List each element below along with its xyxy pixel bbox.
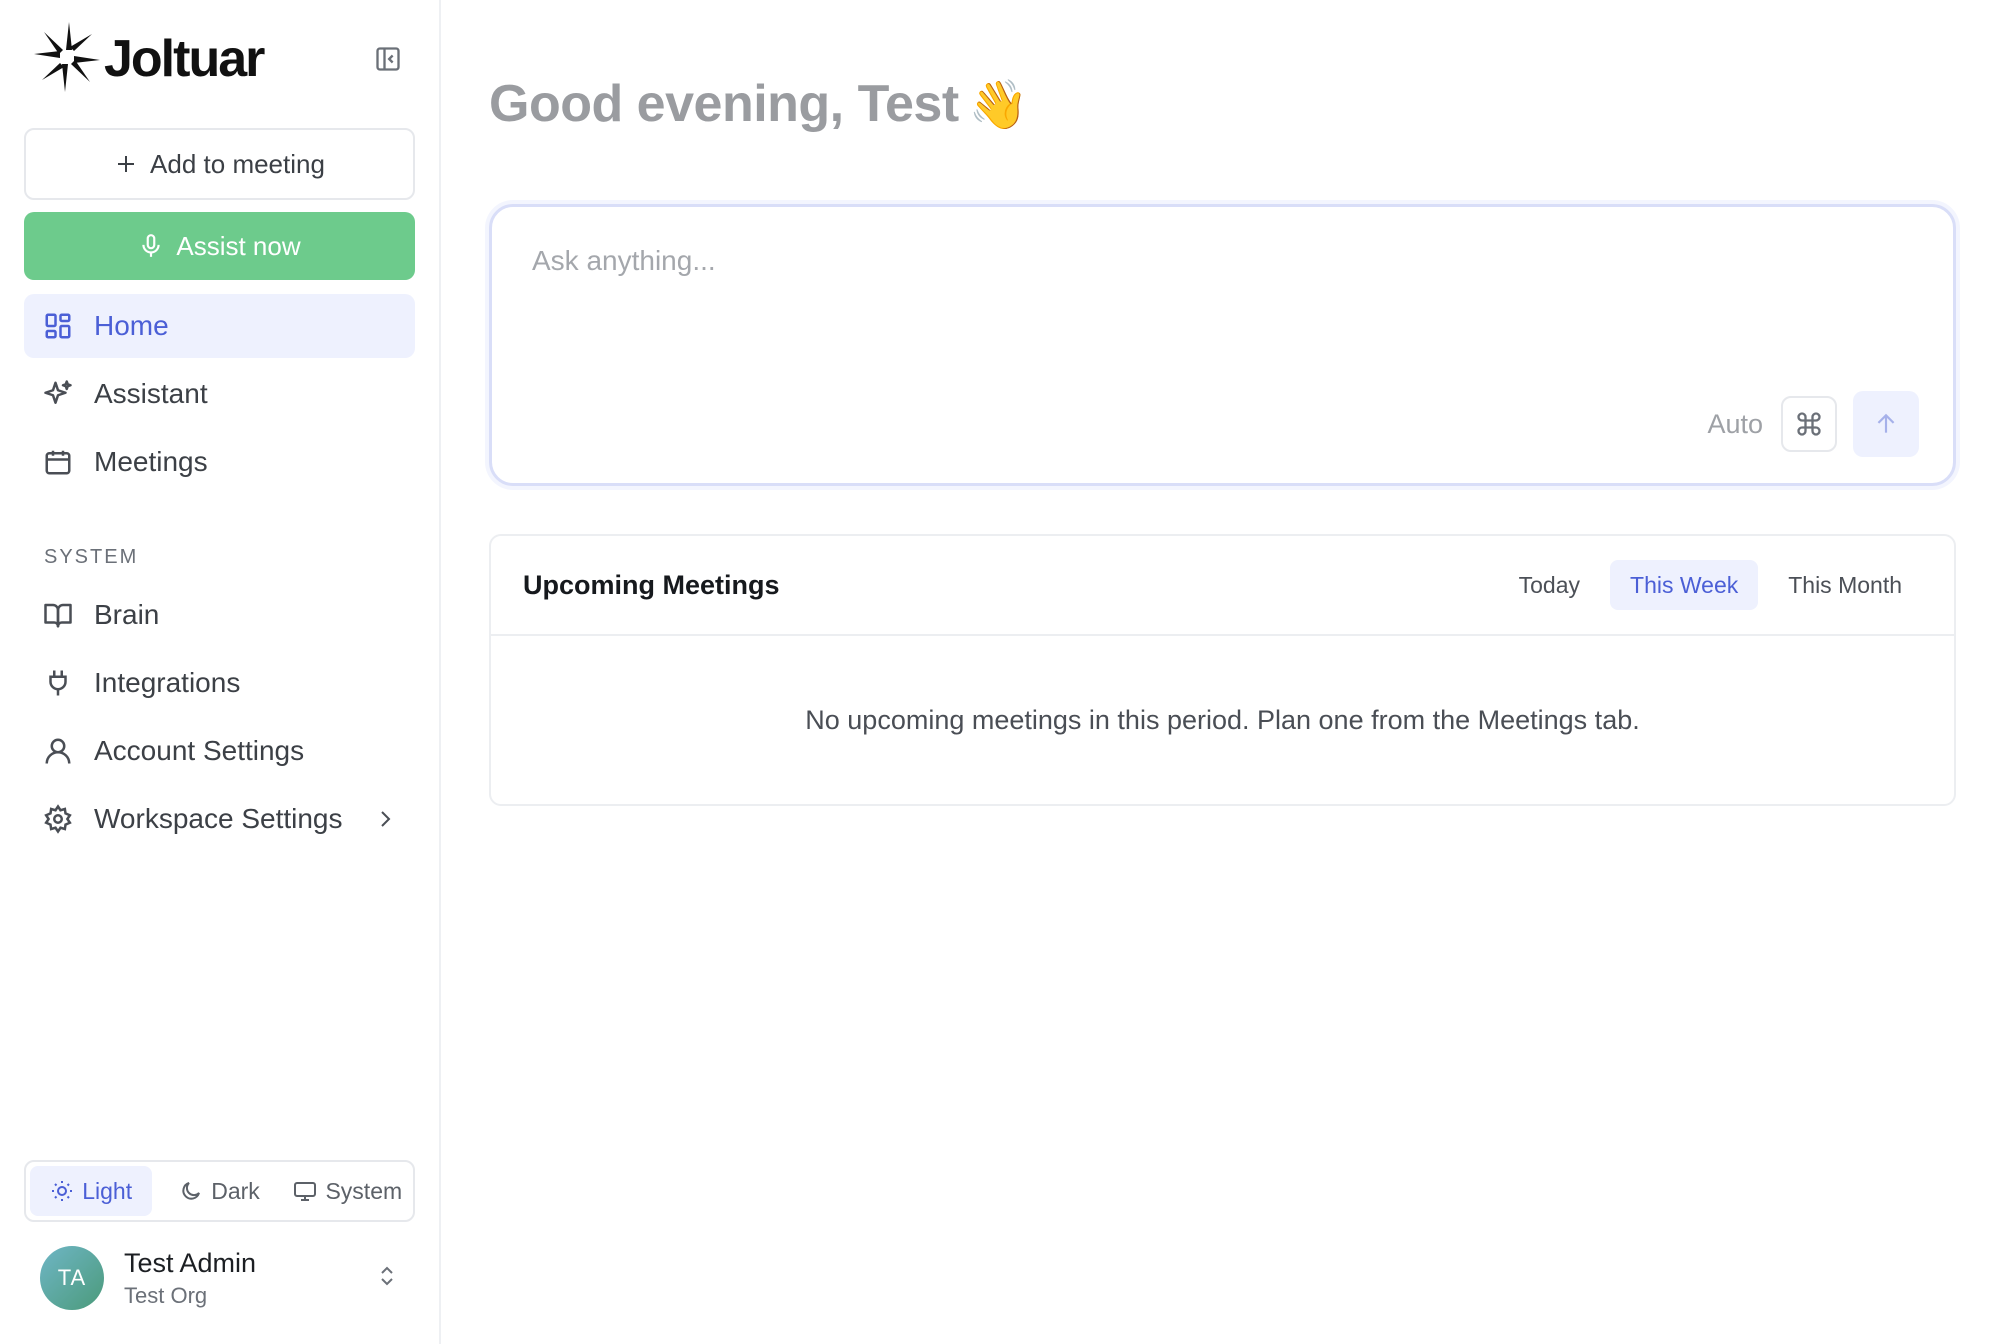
user-org: Test Org xyxy=(124,1282,208,1308)
assist-now-label: Assist now xyxy=(176,230,301,261)
theme-option-system[interactable]: System xyxy=(287,1166,409,1216)
moon-icon xyxy=(182,1182,201,1200)
chevron-up-down-icon xyxy=(375,1264,399,1293)
sidebar-item-brain[interactable]: Brain xyxy=(24,583,415,647)
theme-option-dark[interactable]: Dark xyxy=(158,1166,280,1216)
sidebar-item-integrations[interactable]: Integrations xyxy=(24,651,415,715)
system-nav: Brain Integrations Account Settings Work… xyxy=(24,583,415,851)
add-to-meeting-button[interactable]: Add to meeting xyxy=(24,128,415,200)
empty-state: No upcoming meetings in this period. Pla… xyxy=(805,704,1640,735)
sidebar-item-assistant[interactable]: Assistant xyxy=(24,362,415,426)
sidebar-item-label: Brain xyxy=(94,599,160,630)
logo[interactable]: Joltuar xyxy=(32,20,265,99)
collapse-sidebar-button[interactable] xyxy=(371,42,405,76)
page-title: Good evening, Test 👋 xyxy=(489,72,1956,136)
book-icon xyxy=(42,599,74,631)
waving-hand-icon: 👋 xyxy=(968,78,1029,132)
sidebar-item-account-settings[interactable]: Account Settings xyxy=(24,719,415,783)
card-title: Upcoming Meetings xyxy=(523,569,780,600)
arrow-up-icon xyxy=(1877,413,1895,433)
sidebar: Joltuar Add to meeting Assist now Home A… xyxy=(0,0,441,1344)
shortcut-button[interactable] xyxy=(1781,396,1837,452)
ask-input[interactable] xyxy=(532,245,1913,277)
logo-burst-icon xyxy=(32,20,102,99)
user-info: Test Admin Test Org xyxy=(124,1248,256,1309)
tab-this-week[interactable]: This Week xyxy=(1610,560,1759,610)
plug-icon xyxy=(42,667,74,699)
range-tabs: Today This Week This Month xyxy=(1499,560,1922,610)
user-icon xyxy=(42,735,74,767)
mode-selector[interactable]: Auto xyxy=(1707,409,1763,440)
card-header: Upcoming Meetings Today This Week This M… xyxy=(491,536,1954,636)
sparkle-icon xyxy=(42,378,74,410)
monitor-icon xyxy=(294,1182,317,1201)
dashboard-icon xyxy=(42,310,74,342)
main-nav: Home Assistant Meetings xyxy=(24,294,415,494)
calendar-icon xyxy=(42,446,74,478)
theme-option-label: Dark xyxy=(211,1177,260,1204)
main-content: Good evening, Test 👋 Auto xyxy=(441,0,2000,1344)
upcoming-meetings-card: Upcoming Meetings Today This Week This M… xyxy=(489,534,1956,806)
user-name: Test Admin xyxy=(124,1247,257,1278)
command-key-icon xyxy=(1797,412,1821,436)
theme-option-label: System xyxy=(325,1177,403,1204)
add-to-meeting-label: Add to meeting xyxy=(150,148,325,179)
sun-icon xyxy=(52,1181,73,1201)
panel-collapse-icon xyxy=(376,47,400,71)
user-menu[interactable]: TA Test Admin Test Org xyxy=(24,1236,415,1320)
microphone-icon xyxy=(142,234,161,257)
ask-box: Auto xyxy=(489,204,1956,486)
sidebar-item-label: Integrations xyxy=(94,667,241,698)
avatar: TA xyxy=(40,1246,104,1310)
app-root: Joltuar Add to meeting Assist now Home A… xyxy=(0,0,2000,1344)
gear-icon xyxy=(42,803,74,835)
theme-switcher: Light Dark System xyxy=(24,1160,415,1222)
tab-today[interactable]: Today xyxy=(1499,560,1600,610)
tab-this-month[interactable]: This Month xyxy=(1768,560,1922,610)
chevron-right-icon xyxy=(373,807,397,831)
greeting-text: Good evening, Test xyxy=(489,75,959,133)
sidebar-item-label: Home xyxy=(94,310,169,341)
brand-name: Joltuar xyxy=(104,30,265,88)
assist-now-button[interactable]: Assist now xyxy=(24,212,415,280)
sidebar-item-meetings[interactable]: Meetings xyxy=(24,430,415,494)
plus-icon xyxy=(118,156,135,172)
sidebar-item-home[interactable]: Home xyxy=(24,294,415,358)
sidebar-item-label: Workspace Settings xyxy=(94,803,343,834)
send-button[interactable] xyxy=(1853,391,1919,457)
sidebar-item-label: Meetings xyxy=(94,446,208,477)
theme-option-label: Light xyxy=(82,1177,133,1204)
sidebar-item-label: Assistant xyxy=(94,378,208,409)
sidebar-item-workspace-settings[interactable]: Workspace Settings xyxy=(24,787,415,851)
ask-controls: Auto xyxy=(1707,391,1919,457)
theme-option-light[interactable]: Light xyxy=(30,1166,153,1216)
brand-header: Joltuar xyxy=(24,0,415,118)
sidebar-item-label: Account Settings xyxy=(94,735,305,766)
system-section-label: SYSTEM xyxy=(44,546,139,568)
